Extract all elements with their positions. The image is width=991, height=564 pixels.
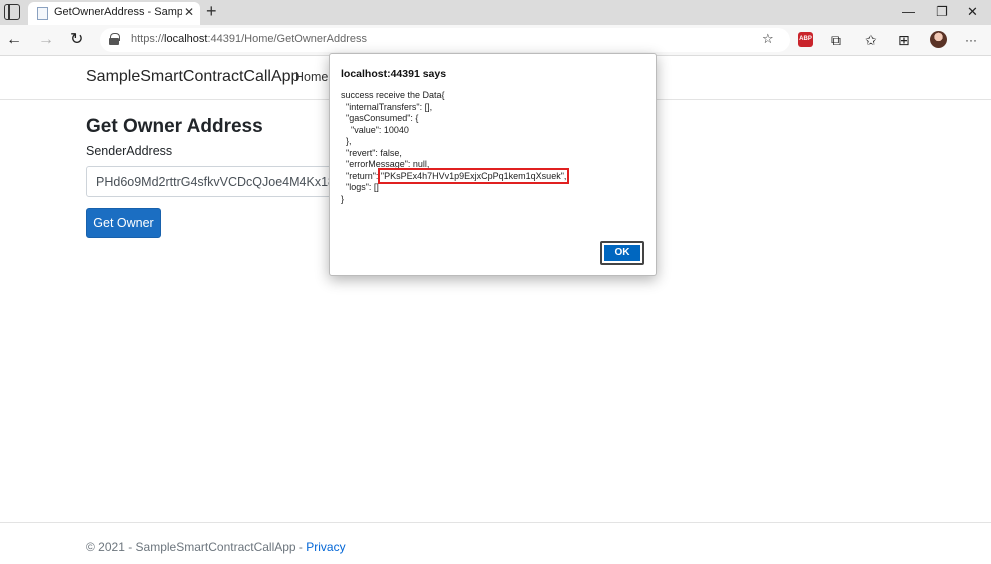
dialog-line: "revert": false, (341, 147, 402, 158)
dialog-line: "errorMessage": null, (341, 159, 430, 169)
browser-window: GetOwnerAddress - SampleSmartContractCal… (0, 0, 991, 564)
dialog-line: } (341, 193, 345, 204)
forward-icon[interactable]: → (38, 30, 54, 50)
dialog-line: "logs": [] (341, 182, 379, 192)
dialog-title: localhost:44391 says (341, 68, 447, 80)
dialog-line-return: "return": "PKsPEx4h7HVv1p9ExjxCpPq1kem1q… (341, 167, 570, 184)
lock-icon[interactable] (109, 33, 120, 45)
maximize-icon[interactable]: ❐ (936, 2, 948, 22)
minimize-icon[interactable]: — (902, 2, 915, 22)
refresh-icon[interactable]: ↻ (70, 30, 83, 50)
ok-button[interactable]: OK (600, 241, 644, 265)
collections-icon[interactable]: ⊞ (898, 30, 910, 50)
browser-toolbar: ← → ↻ https://localhost:44391/Home/GetOw… (0, 25, 991, 56)
return-key: "return": (341, 170, 381, 181)
alert-dialog: localhost:44391 says success receive the… (329, 53, 657, 276)
back-icon[interactable]: ← (6, 30, 22, 50)
favicon-icon (37, 7, 48, 20)
footer: © 2021 - SampleSmartContractCallApp - Pr… (0, 522, 991, 564)
dialog-line: success receive the Data{ (341, 90, 445, 100)
get-owner-button[interactable]: Get Owner (86, 208, 161, 238)
extensions-icon[interactable]: ⧉ (831, 30, 841, 50)
dialog-line: "value": 10040 (341, 124, 409, 135)
favorites-add-icon[interactable]: ☆ (762, 29, 774, 49)
window-close-icon[interactable]: ✕ (967, 2, 978, 22)
sender-address-label: SenderAddress (86, 144, 173, 158)
address-bar[interactable]: https://localhost:44391/Home/GetOwnerAdd… (100, 28, 790, 52)
adblock-plus-icon[interactable]: ABP (798, 32, 813, 47)
footer-text: © 2021 - SampleSmartContractCallApp - Pr… (86, 540, 346, 554)
profile-avatar-icon[interactable] (930, 31, 947, 48)
nav-home-link[interactable]: Home (295, 70, 328, 84)
browser-tab[interactable]: GetOwnerAddress - SampleSmartContractCal… (28, 2, 200, 25)
page-title: Get Owner Address (86, 116, 263, 137)
new-tab-icon[interactable]: + (206, 1, 217, 21)
privacy-link[interactable]: Privacy (306, 540, 345, 554)
tab-actions-icon[interactable] (4, 4, 20, 20)
tab-title: GetOwnerAddress - SampleSmartContractCal… (54, 6, 182, 18)
favorites-icon[interactable]: ✩ (865, 30, 877, 50)
tab-close-icon[interactable]: ✕ (184, 5, 194, 19)
dialog-line: "internalTransfers": [], (341, 101, 433, 112)
ok-button-label: OK (604, 245, 640, 261)
url-text: https://localhost:44391/Home/GetOwnerAdd… (131, 33, 368, 45)
brand-link[interactable]: SampleSmartContractCallApp (86, 68, 299, 86)
dialog-message: success receive the Data{ "internalTrans… (341, 90, 570, 205)
dialog-line: "gasConsumed": { (341, 113, 419, 123)
tab-strip: GetOwnerAddress - SampleSmartContractCal… (0, 0, 991, 25)
dialog-line: }, (341, 136, 352, 146)
more-icon[interactable]: ··· (965, 30, 977, 50)
return-value-highlight: "PKsPEx4h7HVv1p9ExjxCpPq1kem1qXsuek", (377, 167, 570, 184)
